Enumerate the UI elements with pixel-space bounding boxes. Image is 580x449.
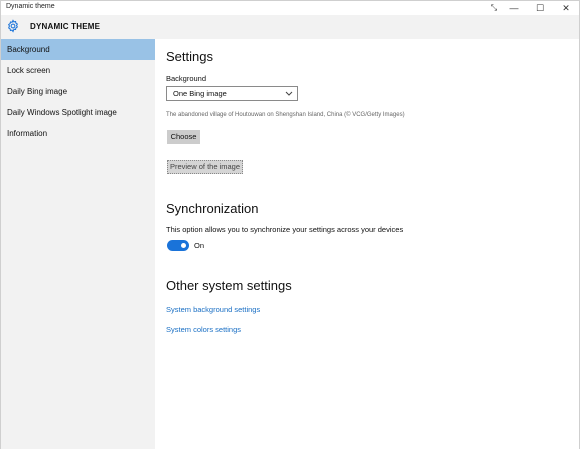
sidebar-item-daily-windows-spotlight[interactable]: Daily Windows Spotlight image xyxy=(1,102,155,123)
other-settings-heading: Other system settings xyxy=(166,278,292,293)
app-header: DYNAMIC THEME xyxy=(1,15,579,39)
toggle-knob xyxy=(181,243,186,248)
system-colors-settings-link[interactable]: System colors settings xyxy=(166,325,241,334)
minimize-button[interactable]: — xyxy=(501,1,527,15)
choose-button[interactable]: Choose xyxy=(167,130,200,144)
sync-toggle-label: On xyxy=(194,241,205,250)
sidebar-item-information[interactable]: Information xyxy=(1,123,155,144)
preview-image-button[interactable]: Preview of the image xyxy=(167,160,243,174)
app-title: DYNAMIC THEME xyxy=(30,22,101,31)
gear-icon xyxy=(6,19,20,33)
background-dropdown-value: One Bing image xyxy=(173,89,227,98)
main-content: Settings Background One Bing image The a… xyxy=(155,39,579,449)
chevron-down-icon xyxy=(285,87,293,105)
sync-description: This option allows you to synchronize yo… xyxy=(166,225,404,234)
background-label: Background xyxy=(166,74,207,83)
title-bar: Dynamic theme ⤡ — ☐ ✕ xyxy=(1,1,579,15)
settings-heading: Settings xyxy=(166,49,213,64)
synchronization-heading: Synchronization xyxy=(166,201,259,216)
background-dropdown[interactable]: One Bing image xyxy=(166,86,298,101)
sidebar-item-lock-screen[interactable]: Lock screen xyxy=(1,60,155,81)
sidebar-item-daily-bing-image[interactable]: Daily Bing image xyxy=(1,81,155,102)
window-title: Dynamic theme xyxy=(6,3,55,10)
sidebar-item-background[interactable]: Background xyxy=(1,39,155,60)
sidebar: Background Lock screen Daily Bing image … xyxy=(1,39,155,449)
window-controls: ⤡ — ☐ ✕ xyxy=(487,1,579,15)
close-button[interactable]: ✕ xyxy=(553,1,579,15)
maximize-button[interactable]: ☐ xyxy=(527,1,553,15)
system-background-settings-link[interactable]: System background settings xyxy=(166,305,260,314)
app-window: Dynamic theme ⤡ — ☐ ✕ DYNAMIC THEME Back… xyxy=(0,0,580,449)
compact-overlay-icon[interactable]: ⤡ xyxy=(487,1,501,15)
sync-toggle[interactable] xyxy=(167,240,189,251)
image-caption: The abandoned village of Houtouwan on Sh… xyxy=(166,112,405,118)
